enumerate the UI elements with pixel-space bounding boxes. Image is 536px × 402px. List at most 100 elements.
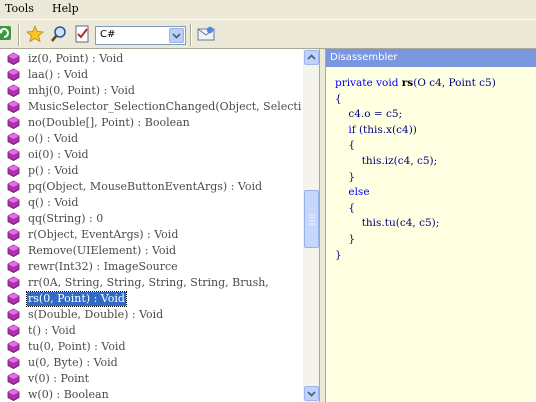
menu-help-label: Help [52, 2, 79, 15]
tree-item[interactable]: w(0) : Boolean [0, 387, 303, 402]
checklist-button[interactable] [73, 25, 91, 43]
tree-item-label: MusicSelector_SelectionChanged(Object, S… [28, 100, 302, 113]
disassembler-title: Disassembler [326, 49, 536, 67]
method-icon [7, 68, 20, 81]
search-icon [50, 26, 66, 42]
code-text: this.iz(c4, c5); [361, 154, 438, 167]
tree-item-label: s(Double, Double) : Void [28, 308, 164, 321]
tree-item-label: no(Double[], Point) : Boolean [28, 116, 190, 129]
code-keyword: private [335, 77, 373, 89]
tree-item-label: o() : Void [28, 132, 79, 145]
refresh-button[interactable] [0, 25, 14, 43]
tree-item[interactable]: qq(String) : 0 [0, 211, 303, 227]
chevron-down-icon [307, 391, 316, 397]
toolbar: C# [0, 19, 536, 49]
method-icon [7, 372, 20, 385]
tree-item-label: qq(String) : 0 [28, 212, 104, 225]
chevron-down-icon[interactable] [169, 28, 184, 43]
code-keyword: if [348, 123, 356, 136]
tree-item[interactable]: o() : Void [0, 131, 303, 147]
code-text: } [348, 232, 356, 245]
method-icon [7, 276, 20, 289]
menu-help[interactable]: Help [52, 2, 79, 15]
code-text: (O c4, Point c5) [413, 77, 496, 89]
method-icon [7, 52, 20, 65]
disassembler-code: private void rs(O c4, Point c5) { c4.o =… [335, 76, 496, 263]
method-icon [7, 244, 20, 257]
scroll-up-button[interactable] [304, 50, 319, 65]
tree-item-label: w(0) : Boolean [28, 388, 109, 401]
tree-item-label: t() : Void [28, 324, 76, 337]
tree-item-label: pq(Object, MouseButtonEventArgs) : Void [28, 180, 263, 193]
tree-item[interactable]: mhj(0, Point) : Void [0, 83, 303, 99]
tree-item-label: p() : Void [28, 164, 79, 177]
tree-item[interactable]: no(Double[], Point) : Boolean [0, 115, 303, 131]
method-icon [7, 340, 20, 353]
vertical-scrollbar[interactable] [303, 49, 319, 402]
tree-item[interactable]: laa() : Void [0, 67, 303, 83]
method-icon [7, 132, 20, 145]
method-icon [7, 292, 20, 305]
method-icon [7, 212, 20, 225]
code-text: { [335, 92, 342, 105]
code-text: { [348, 201, 356, 214]
tree-item[interactable]: tu(0, Point) : Void [0, 339, 303, 355]
tree-item[interactable]: t() : Void [0, 323, 303, 339]
refresh-icon [0, 26, 11, 40]
tree-item[interactable]: rs(0, Point) : Void [0, 291, 303, 307]
member-tree[interactable]: iz(0, Point) : Void laa() : Void mhj(0, Po… [0, 49, 320, 402]
tree-item-label: v(0) : Point [28, 372, 90, 385]
code-method-name: rs [401, 77, 414, 89]
tree-item-label: tu(0, Point) : Void [28, 340, 126, 353]
tree-item[interactable]: q() : Void [0, 195, 303, 211]
method-icon [7, 228, 20, 241]
tree-item-label: rs(0, Point) : Void [26, 291, 127, 307]
tree-item-label: q() : Void [28, 196, 79, 209]
scroll-down-button[interactable] [304, 386, 319, 401]
menu-tools-label: Tools [5, 2, 34, 15]
tree-item[interactable]: pq(Object, MouseButtonEventArgs) : Void [0, 179, 303, 195]
method-icon [7, 324, 20, 337]
tree-item-label: rr(0A, String, String, String, String, B… [28, 276, 269, 289]
tree-item-label: iz(0, Point) : Void [28, 52, 124, 65]
mail-icon [197, 26, 215, 41]
code-text: } [335, 248, 342, 261]
tree-item[interactable]: Remove(UIElement) : Void [0, 243, 303, 259]
tree-item-label: r(Object, EventArgs) : Void [28, 228, 179, 241]
method-icon [7, 180, 20, 193]
tree-item-label: Remove(UIElement) : Void [28, 244, 177, 257]
grip-icon [309, 214, 315, 225]
method-icon [7, 148, 20, 161]
search-button[interactable] [50, 25, 68, 43]
tree-item[interactable]: iz(0, Point) : Void [0, 51, 303, 67]
checklist-icon [75, 25, 89, 43]
method-icon [7, 356, 20, 369]
method-icon [7, 164, 20, 177]
tree-item[interactable]: oi(0) : Void [0, 147, 303, 163]
method-icon [7, 116, 20, 129]
method-icon [7, 196, 20, 209]
tree-item[interactable]: s(Double, Double) : Void [0, 307, 303, 323]
code-text: this.tu(c4, c5); [361, 217, 440, 230]
toolbar-separator [18, 24, 20, 46]
tree-item[interactable]: rewr(Int32) : ImageSource [0, 259, 303, 275]
scrollbar-thumb[interactable] [304, 190, 319, 248]
favorites-button[interactable] [26, 24, 44, 43]
tree-item[interactable]: v(0) : Point [0, 371, 303, 387]
tree-item[interactable]: r(Object, EventArgs) : Void [0, 227, 303, 243]
language-select-value: C# [100, 29, 116, 40]
method-icon [7, 84, 20, 97]
tree-item-label: mhj(0, Point) : Void [28, 84, 135, 97]
code-keyword: else [348, 186, 370, 199]
code-text: } [348, 170, 356, 183]
mail-button[interactable] [197, 25, 215, 43]
tree-item[interactable]: p() : Void [0, 163, 303, 179]
disassembler-panel: Disassembler private void rs(O c4, Point… [325, 49, 536, 402]
tree-item[interactable]: u(0, Byte) : Void [0, 355, 303, 371]
menu-tools[interactable]: Tools [5, 2, 34, 15]
tree-item[interactable]: MusicSelector_SelectionChanged(Object, S… [0, 99, 303, 115]
language-select[interactable]: C# [95, 26, 186, 45]
toolbar-separator [190, 24, 192, 46]
tree-item-label: rewr(Int32) : ImageSource [28, 260, 178, 273]
tree-item[interactable]: rr(0A, String, String, String, String, B… [0, 275, 303, 291]
